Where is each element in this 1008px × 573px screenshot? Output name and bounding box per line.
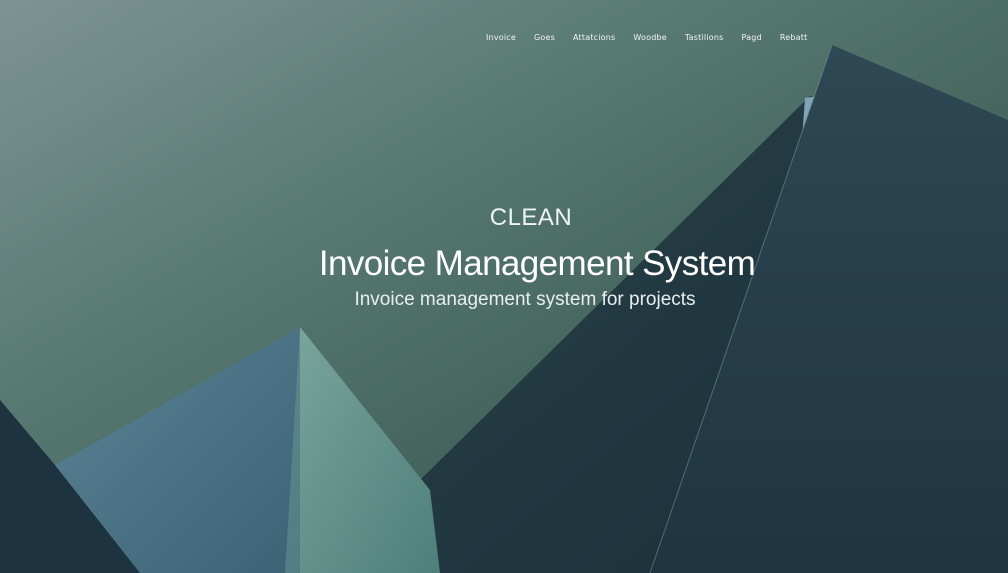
hero-eyebrow: CLEAN: [489, 204, 573, 231]
hero-title: Invoice Management System: [318, 244, 756, 283]
nav-item-rebatt[interactable]: Rebatt: [780, 33, 808, 42]
hero-subtitle: Invoice management system for projects: [354, 289, 696, 310]
top-navigation: Invoice Goes Attatcions Woodbe Tastilion…: [486, 33, 807, 42]
nav-item-woodbe[interactable]: Woodbe: [633, 33, 667, 42]
nav-item-tastilions[interactable]: Tastilions: [685, 33, 724, 42]
background-illustration: [0, 0, 1008, 573]
nav-item-pagd[interactable]: Pagd: [742, 33, 762, 42]
nav-item-goes[interactable]: Goes: [534, 33, 555, 42]
nav-item-attatcions[interactable]: Attatcions: [573, 33, 615, 42]
nav-item-invoice[interactable]: Invoice: [486, 33, 516, 42]
